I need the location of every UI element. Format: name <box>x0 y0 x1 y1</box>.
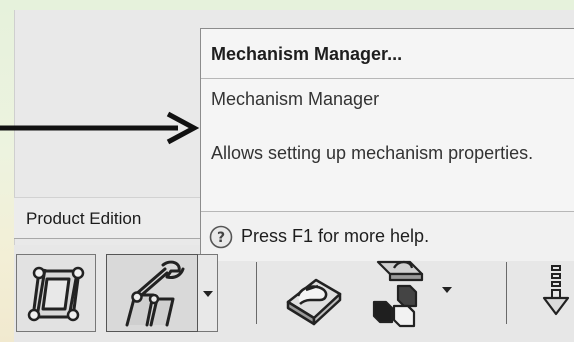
tooltip-help-row: ? Press F1 for more help. <box>201 211 574 261</box>
tooltip: Mechanism Manager... Mechanism Manager A… <box>200 28 574 261</box>
down-arrow-button[interactable] <box>538 256 574 332</box>
toolbar-separator <box>256 262 257 324</box>
tab-product-edition[interactable]: Product Edition <box>14 197 202 239</box>
quad-mechanism-icon <box>27 266 85 322</box>
toolbar-separator <box>506 262 507 324</box>
tooltip-description: Allows setting up mechanism properties. <box>211 143 534 163</box>
mechanism-manager-button[interactable] <box>106 254 198 332</box>
hand-drag-icon <box>286 278 342 326</box>
dropdown-arrow-icon <box>203 291 213 297</box>
tooltip-help-text: Press F1 for more help. <box>241 226 430 246</box>
quad-mechanism-button[interactable] <box>16 254 96 332</box>
tooltip-command-name: Mechanism Manager <box>211 89 380 109</box>
tooltip-title: Mechanism Manager... <box>201 29 574 79</box>
down-arrow-icon <box>542 265 570 316</box>
assembly-dropdown-button[interactable] <box>436 256 458 332</box>
assembly-cubes-icon <box>372 260 424 328</box>
mechanism-dropdown-button[interactable] <box>198 254 218 332</box>
help-question-icon: ? <box>209 225 233 248</box>
hand-drag-button[interactable] <box>276 256 352 332</box>
svg-text:?: ? <box>217 230 225 246</box>
pointer-arrow-icon <box>0 111 200 145</box>
mechanism-manager-icon <box>125 260 185 327</box>
dropdown-arrow-icon <box>442 287 452 293</box>
assembly-cubes-button[interactable] <box>364 256 434 332</box>
